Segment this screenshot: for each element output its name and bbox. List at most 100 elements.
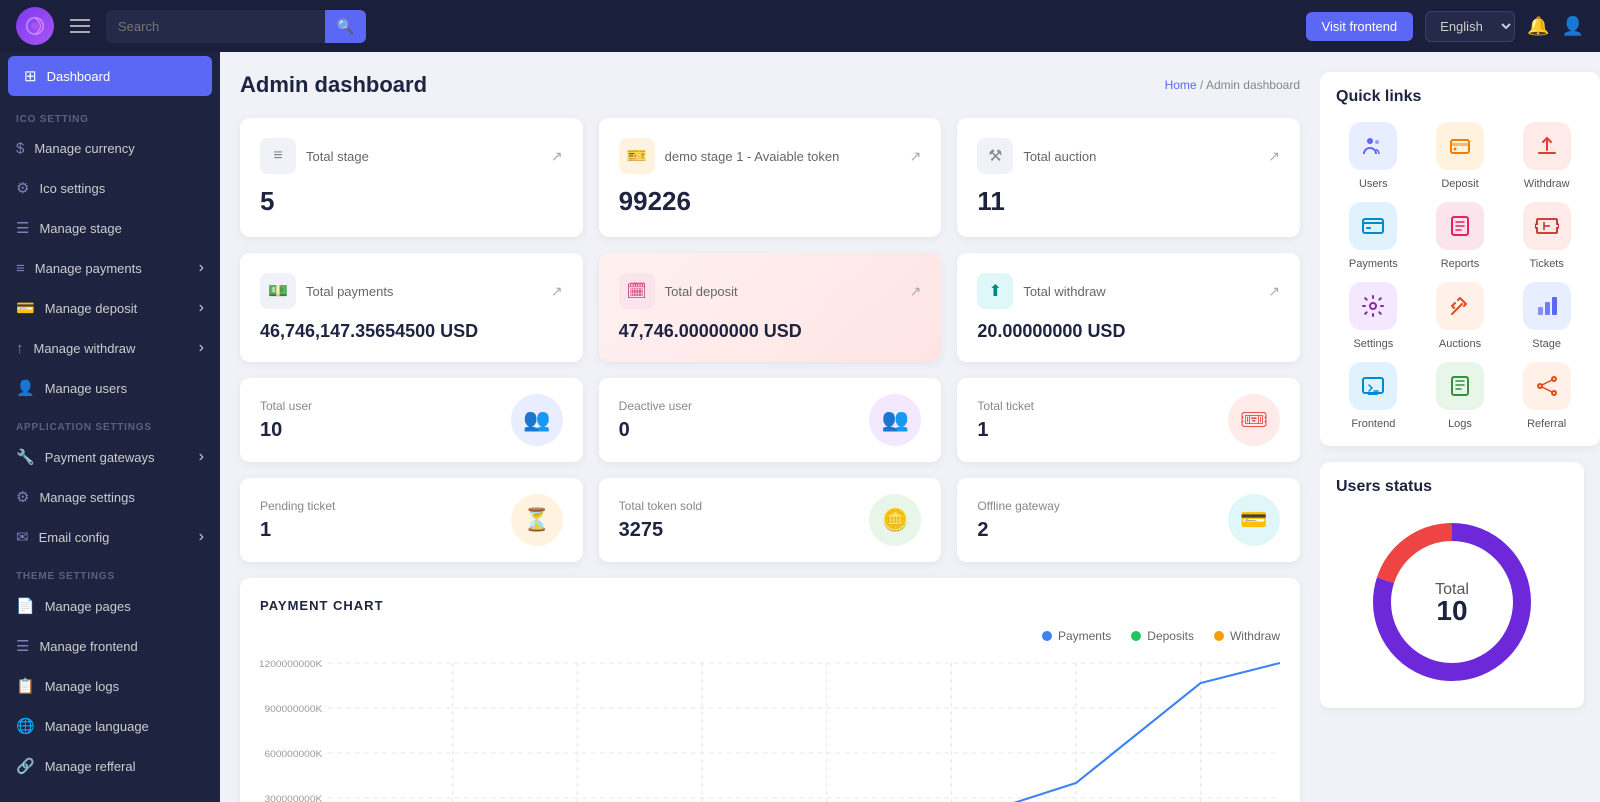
deactive-user-icon: 👥 (869, 394, 921, 446)
quick-link-referral[interactable]: Referral (1509, 362, 1584, 430)
quick-link-auctions[interactable]: Auctions (1423, 282, 1498, 350)
sidebar-item-manage-pages[interactable]: 📄 Manage pages (0, 586, 220, 626)
users-quick-icon (1349, 122, 1397, 170)
donut-chart: Total 10 (1362, 512, 1542, 692)
auctions-quick-icon (1436, 282, 1484, 330)
search-bar: 🔍 (106, 10, 366, 43)
total-user-value: 10 (260, 419, 312, 442)
main-content: Admin dashboard Home / Admin dashboard ≡… (220, 52, 1320, 802)
deposit-icon: 💳 (16, 299, 35, 317)
sidebar-item-manage-language[interactable]: 🌐 Manage language (0, 706, 220, 746)
chart-legend: Payments Deposits Withdraw (260, 629, 1280, 643)
mini-card-pending-ticket: Pending ticket 1 ⏳ (240, 478, 583, 562)
referral-quick-icon (1523, 362, 1571, 410)
search-input[interactable] (106, 11, 325, 42)
quick-link-logs[interactable]: Logs (1423, 362, 1498, 430)
notifications-icon[interactable]: 🔔 (1527, 16, 1549, 37)
sidebar-item-manage-refferal[interactable]: 🔗 Manage refferal (0, 746, 220, 786)
sidebar-item-email-config[interactable]: ✉ Email config (0, 517, 220, 557)
offline-gateway-label: Offline gateway (977, 499, 1060, 513)
deactive-user-value: 0 (619, 419, 692, 442)
quick-link-withdraw[interactable]: Withdraw (1509, 122, 1584, 190)
total-stage-arrow-icon[interactable]: ↗ (551, 148, 563, 165)
stat-card-total-payments: 💵 Total payments ↗ 46,746,147.35654500 U… (240, 253, 583, 362)
sidebar-item-manage-stage[interactable]: ☰ Manage stage (0, 208, 220, 248)
legend-deposits-label: Deposits (1147, 629, 1194, 643)
total-deposit-label: Total deposit (665, 284, 900, 299)
offline-gateway-icon: 💳 (1228, 494, 1280, 546)
hamburger-menu[interactable] (70, 19, 90, 33)
total-auction-arrow-icon[interactable]: ↗ (1268, 148, 1280, 165)
legend-deposits-dot (1131, 631, 1141, 641)
users-status-title: Users status (1336, 478, 1568, 496)
sidebar-item-manage-users[interactable]: 👤 Manage users (0, 368, 220, 408)
donut-chart-wrapper: Total 10 (1336, 512, 1568, 692)
total-payments-value: 46,746,147.35654500 USD (260, 321, 563, 342)
frontend-quick-label: Frontend (1351, 418, 1395, 430)
breadcrumb-home[interactable]: Home (1165, 78, 1197, 92)
sidebar-item-dashboard[interactable]: ⊞ Dashboard (8, 56, 212, 96)
quick-link-reports[interactable]: Reports (1423, 202, 1498, 270)
total-user-icon: 👥 (511, 394, 563, 446)
dashboard-icon: ⊞ (24, 67, 37, 85)
mini-card-deactive-user: Deactive user 0 👥 (599, 378, 942, 462)
quick-link-payments[interactable]: Payments (1336, 202, 1411, 270)
demo-token-arrow-icon[interactable]: ↗ (910, 148, 922, 165)
sidebar-item-manage-settings[interactable]: ⚙ Manage settings (0, 477, 220, 517)
quick-link-tickets[interactable]: Tickets (1509, 202, 1584, 270)
payments-quick-label: Payments (1349, 258, 1398, 270)
sidebar-item-manage-withdraw[interactable]: ↑ Manage withdraw (0, 328, 220, 368)
users-icon: 👤 (16, 379, 35, 397)
stat-card-total-stage: ≡ Total stage ↗ 5 (240, 118, 583, 237)
stat-card-total-deposit: 🗓 Total deposit ↗ 47,746.00000000 USD (599, 253, 942, 362)
legend-payments-label: Payments (1058, 629, 1111, 643)
visit-frontend-button[interactable]: Visit frontend (1306, 12, 1414, 41)
quick-link-users[interactable]: Users (1336, 122, 1411, 190)
total-ticket-value: 1 (977, 419, 1034, 442)
total-token-sold-icon: 🪙 (869, 494, 921, 546)
sidebar-section-app: APPLICATION SETTINGS (0, 408, 220, 437)
sidebar-item-payment-gateways[interactable]: 🔧 Payment gateways (0, 437, 220, 477)
quick-link-frontend[interactable]: Frontend (1336, 362, 1411, 430)
pages-icon: 📄 (16, 597, 35, 615)
language-select[interactable]: English Chinese (1425, 11, 1515, 42)
mini-cards: Total user 10 👥 Deactive user 0 👥 Total … (240, 378, 1300, 562)
user-profile-icon[interactable]: 👤 (1562, 16, 1584, 37)
deposit-arrow-icon[interactable]: ↗ (910, 283, 922, 300)
svg-text:900000000K: 900000000K (265, 705, 323, 715)
sidebar-item-manage-currency[interactable]: $ Manage currency (0, 129, 220, 168)
page-header: Admin dashboard Home / Admin dashboard (240, 72, 1300, 98)
total-withdraw-label: Total withdraw (1023, 284, 1258, 299)
mini-card-total-user: Total user 10 👥 (240, 378, 583, 462)
total-auction-label: Total auction (1023, 149, 1258, 164)
sidebar-item-manage-logs[interactable]: 📋 Manage logs (0, 666, 220, 706)
stage-quick-label: Stage (1532, 338, 1561, 350)
settings-quick-label: Settings (1353, 338, 1393, 350)
pending-ticket-value: 1 (260, 519, 335, 542)
ico-settings-icon: ⚙ (16, 179, 29, 197)
stat-card-demo-token: 🎫 demo stage 1 - Avaiable token ↗ 99226 (599, 118, 942, 237)
sidebar-item-manage-frontend[interactable]: ☰ Manage frontend (0, 626, 220, 666)
withdraw-arrow-icon[interactable]: ↗ (1268, 283, 1280, 300)
logs-icon: 📋 (16, 677, 35, 695)
payments-arrow-icon[interactable]: ↗ (551, 283, 563, 300)
sidebar-section-ico: ICO SETTING (0, 100, 220, 129)
quick-link-stage[interactable]: Stage (1509, 282, 1584, 350)
search-button[interactable]: 🔍 (325, 10, 366, 43)
quick-link-settings[interactable]: Settings (1336, 282, 1411, 350)
top-navigation: 🔍 Visit frontend English Chinese 🔔 👤 (0, 0, 1600, 52)
stat-card-total-withdraw: ⬆ Total withdraw ↗ 20.00000000 USD (957, 253, 1300, 362)
withdraw-stat-icon: ⬆ (977, 273, 1013, 309)
logo (16, 7, 54, 45)
sidebar-item-ico-settings[interactable]: ⚙ Ico settings (0, 168, 220, 208)
currency-icon: $ (16, 140, 24, 157)
pending-ticket-label: Pending ticket (260, 499, 335, 513)
legend-payments: Payments (1042, 629, 1111, 643)
quick-link-deposit[interactable]: Deposit (1423, 122, 1498, 190)
sidebar-item-manage-deposit[interactable]: 💳 Manage deposit (0, 288, 220, 328)
total-stage-icon: ≡ (260, 138, 296, 174)
legend-payments-dot (1042, 631, 1052, 641)
sidebar-item-manage-payments[interactable]: ≡ Manage payments (0, 248, 220, 288)
total-token-sold-label: Total token sold (619, 499, 702, 513)
email-icon: ✉ (16, 528, 29, 546)
